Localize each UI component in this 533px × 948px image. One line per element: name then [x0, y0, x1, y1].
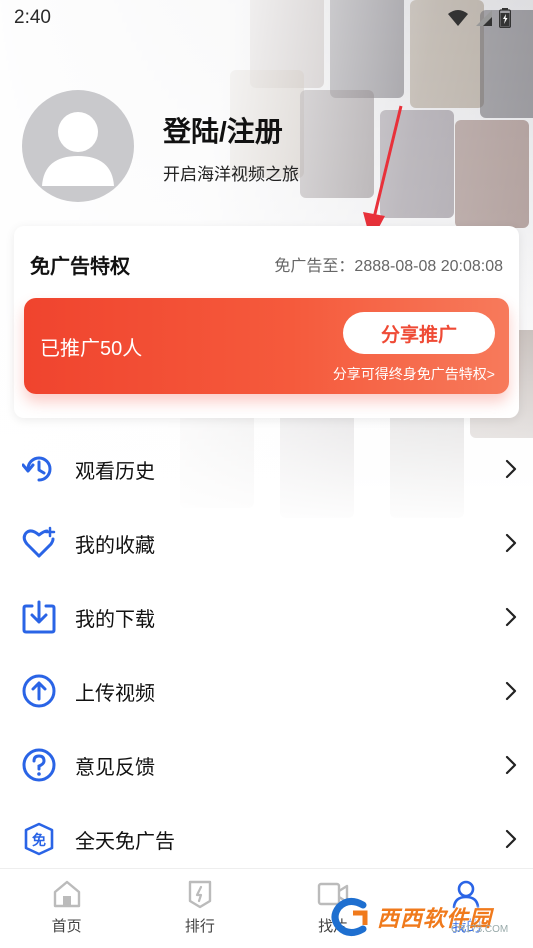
chevron-right-icon	[505, 459, 517, 479]
promotion-count: 已推广50人	[40, 338, 143, 360]
menu-item-label: 观看历史	[75, 460, 155, 483]
login-subtitle: 开启海洋视频之旅	[163, 165, 299, 184]
chevron-right-icon	[505, 533, 517, 553]
wifi-icon	[448, 10, 468, 26]
menu-item-upload[interactable]: 上传视频	[0, 654, 533, 728]
feedback-question-icon	[22, 748, 56, 782]
svg-text:免: 免	[32, 832, 46, 849]
nav-home[interactable]: 首页	[0, 869, 133, 948]
menu-item-label: 全天免广告	[75, 830, 175, 853]
ad-free-card: 免广告特权 免广告至：2888-08-08 20:08:08 已推广50人 分享…	[14, 226, 519, 418]
battery-icon	[499, 8, 511, 28]
menu-item-label: 上传视频	[75, 682, 155, 705]
ad-free-expire: 免广告至：2888-08-08 20:08:08	[274, 258, 503, 275]
download-icon	[22, 600, 56, 634]
nav-label: 首页	[51, 918, 82, 935]
chevron-right-icon	[505, 681, 517, 701]
watermark-logo-icon	[331, 898, 368, 936]
history-icon	[22, 452, 56, 486]
avatar[interactable]	[22, 90, 134, 202]
menu-item-history[interactable]: 观看历史	[0, 432, 533, 506]
watermark: 西西软件园 CR173.COM	[329, 892, 529, 942]
chevron-right-icon	[505, 755, 517, 775]
menu-item-label: 我的收藏	[75, 534, 155, 557]
promotion-banner: 已推广50人 分享推广 分享可得终身免广告特权>	[24, 298, 509, 394]
status-bar: 2:40	[0, 0, 533, 36]
signal-icon	[476, 10, 492, 26]
nav-ranking[interactable]: 排行	[133, 869, 266, 948]
share-hint-link[interactable]: 分享可得终身免广告特权>	[333, 364, 495, 384]
login-register-link[interactable]: 登陆/注册	[163, 110, 283, 150]
menu-list: 观看历史 我的收藏 我的下载 上传视频 意见反馈 免 全天免广告	[0, 432, 533, 876]
menu-item-downloads[interactable]: 我的下载	[0, 580, 533, 654]
menu-item-label: 意见反馈	[75, 756, 155, 779]
ad-free-title: 免广告特权	[30, 256, 130, 278]
menu-item-label: 我的下载	[75, 608, 155, 631]
nav-label: 排行	[184, 918, 215, 935]
menu-item-favorites[interactable]: 我的收藏	[0, 506, 533, 580]
ranking-icon	[188, 880, 212, 909]
chevron-right-icon	[505, 607, 517, 627]
watermark-domain: CR173.COM	[451, 924, 509, 935]
menu-item-feedback[interactable]: 意见反馈	[0, 728, 533, 802]
upload-icon	[22, 674, 56, 708]
status-time: 2:40	[14, 7, 51, 28]
ad-free-badge-icon: 免	[22, 822, 56, 856]
default-avatar-icon	[42, 112, 114, 186]
home-icon	[53, 880, 80, 908]
share-promote-button[interactable]: 分享推广	[343, 312, 495, 354]
chevron-right-icon	[505, 829, 517, 849]
menu-item-ad-free[interactable]: 免 全天免广告	[0, 802, 533, 876]
status-icons	[447, 8, 511, 28]
favorite-heart-icon	[22, 526, 56, 560]
